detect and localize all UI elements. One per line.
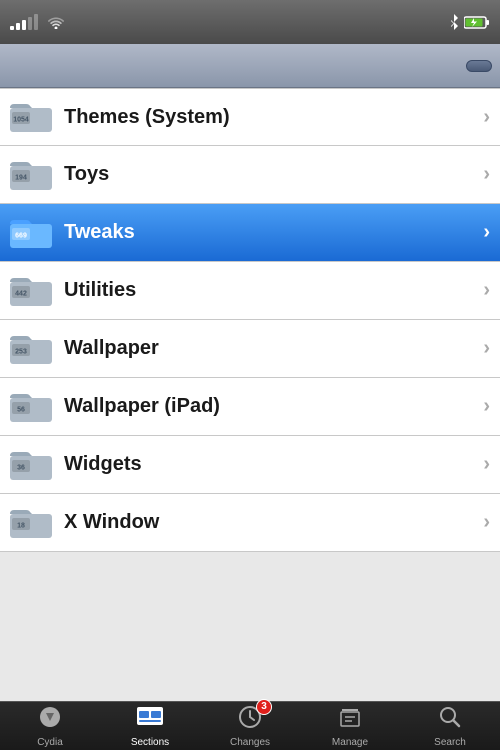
list-item-label: X Window [64, 511, 483, 534]
list-item-utilities[interactable]: 442 Utilities › [0, 262, 500, 320]
folder-icon: 36 [10, 447, 52, 483]
tab-sections[interactable]: Sections [100, 702, 200, 750]
list-item-widgets[interactable]: 36 Widgets › [0, 436, 500, 494]
list-item-toys[interactable]: 194 Toys › [0, 146, 500, 204]
svg-text:56: 56 [17, 406, 25, 413]
chevron-icon: › [483, 221, 490, 244]
svg-text:18: 18 [17, 522, 25, 529]
chevron-icon: › [483, 279, 490, 302]
tab-label-cydia: Cydia [37, 737, 63, 748]
list-item-label: Tweaks [64, 221, 483, 244]
battery-icon [464, 16, 490, 29]
sections-icon [137, 705, 163, 729]
list-item-label: Wallpaper [64, 337, 483, 360]
status-right [449, 14, 490, 30]
tab-label-sections: Sections [131, 737, 169, 748]
wifi-icon [48, 16, 64, 29]
list-item-label: Toys [64, 163, 483, 186]
changes-badge: 3 [256, 699, 272, 715]
chevron-icon: › [483, 511, 490, 534]
tab-manage[interactable]: Manage [300, 702, 400, 750]
list-item-tweaks[interactable]: 669 Tweaks › [0, 204, 500, 262]
list-item-wallpaper-ipad[interactable]: 56 Wallpaper (iPad) › [0, 378, 500, 436]
list-item-themes-system[interactable]: 1054 Themes (System) › [0, 88, 500, 146]
tab-cydia[interactable]: Cydia [0, 702, 100, 750]
tab-icon-changes: 3 [238, 705, 262, 735]
list-item-wallpaper[interactable]: 253 Wallpaper › [0, 320, 500, 378]
signal-bars [10, 14, 38, 30]
search-icon [438, 705, 462, 729]
tab-icon-manage [338, 705, 362, 735]
tab-icon-search [438, 705, 462, 735]
changes-badge-wrapper: 3 [238, 705, 262, 735]
status-left [10, 14, 64, 30]
list-item-label: Themes (System) [64, 106, 483, 129]
svg-text:253: 253 [15, 348, 27, 355]
list-item-x-window[interactable]: 18 X Window › [0, 494, 500, 552]
svg-text:36: 36 [17, 464, 25, 471]
folder-icon: 194 [10, 157, 52, 193]
chevron-icon: › [483, 163, 490, 186]
tab-icon-cydia [38, 705, 62, 735]
folder-icon: 56 [10, 389, 52, 425]
tab-label-manage: Manage [332, 737, 368, 748]
status-bar [0, 0, 500, 44]
chevron-icon: › [483, 337, 490, 360]
chevron-icon: › [483, 395, 490, 418]
cydia-icon [38, 705, 62, 729]
tab-bar: Cydia Sections 3 Changes Manage [0, 701, 500, 750]
edit-button[interactable] [466, 60, 492, 72]
tab-icon-sections [137, 705, 163, 735]
tab-changes[interactable]: 3 Changes [200, 702, 300, 750]
chevron-icon: › [483, 106, 490, 129]
list-item-label: Widgets [64, 453, 483, 476]
tab-search[interactable]: Search [400, 702, 500, 750]
list-item-label: Wallpaper (iPad) [64, 395, 483, 418]
bluetooth-icon [449, 14, 459, 30]
svg-text:442: 442 [15, 290, 27, 297]
svg-text:1054: 1054 [13, 117, 29, 124]
folder-icon: 442 [10, 273, 52, 309]
svg-text:669: 669 [15, 232, 27, 239]
chevron-icon: › [483, 453, 490, 476]
list-container: 1054 Themes (System) › 194 Toys › [0, 88, 500, 701]
tab-label-search: Search [434, 737, 466, 748]
nav-bar [0, 44, 500, 88]
list-item-label: Utilities [64, 279, 483, 302]
tab-label-changes: Changes [230, 737, 270, 748]
manage-icon [338, 705, 362, 729]
svg-text:194: 194 [15, 174, 27, 181]
folder-icon: 1054 [10, 99, 52, 135]
folder-icon: 669 [10, 215, 52, 251]
folder-icon: 18 [10, 505, 52, 541]
folder-icon: 253 [10, 331, 52, 367]
